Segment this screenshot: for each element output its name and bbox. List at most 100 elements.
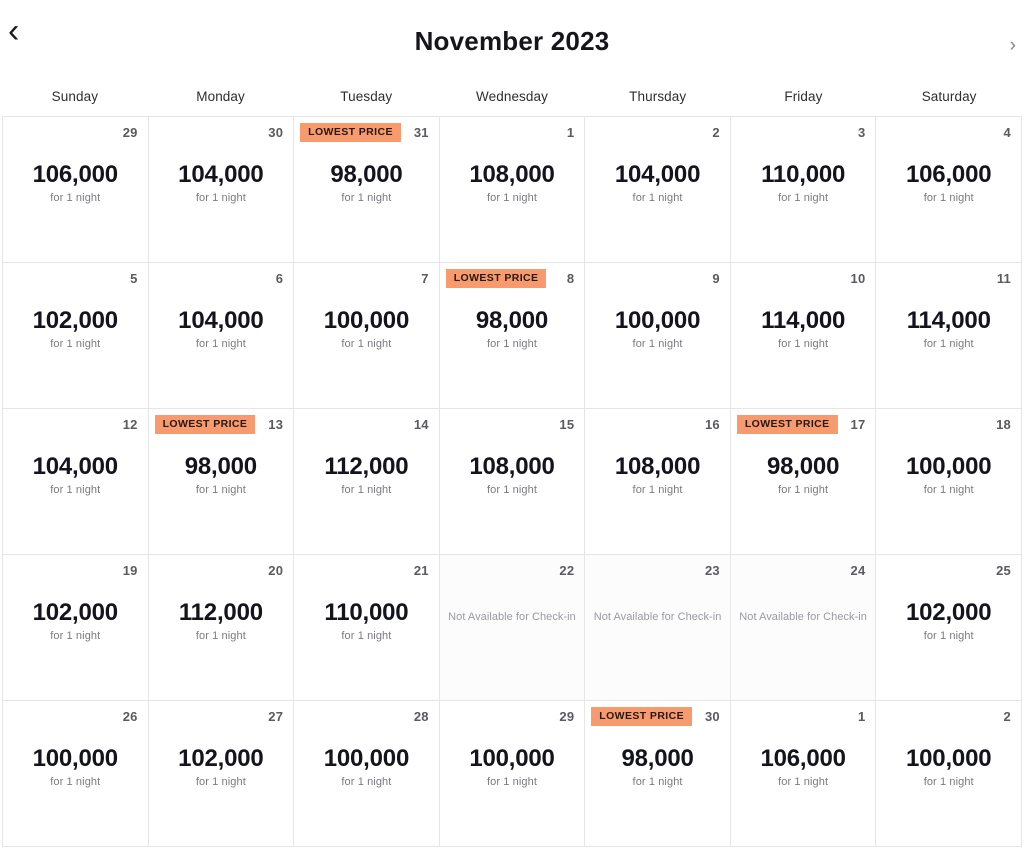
day-cell[interactable]: 25 102,000 for 1 night [876, 555, 1022, 701]
day-cell-body: 98,000 for 1 night [585, 731, 730, 788]
day-cell[interactable]: 28 100,000 for 1 night [294, 701, 440, 847]
price-unit-label: for 1 night [778, 337, 829, 350]
day-number: 27 [268, 708, 284, 724]
price-amount: 112,000 [178, 599, 263, 626]
lowest-price-badge: LOWEST PRICE [154, 414, 256, 434]
day-cell-body: 98,000 for 1 night [294, 147, 439, 204]
day-cell-body: 104,000 for 1 night [3, 439, 148, 496]
day-cell[interactable]: 15 108,000 for 1 night [439, 409, 586, 555]
day-cell-body: 106,000 for 1 night [731, 731, 876, 788]
day-number: 12 [122, 416, 138, 432]
day-cell-header: 3 [731, 117, 876, 147]
not-available-label: Not Available for Check-in [739, 611, 867, 623]
day-number: 24 [850, 562, 866, 578]
day-number: 17 [850, 416, 866, 432]
price-amount: 98,000 [184, 453, 257, 480]
day-cell-header: 28 [294, 701, 439, 731]
day-cell-header: 22 [440, 555, 585, 585]
price-amount: 100,000 [469, 745, 555, 772]
day-cell[interactable]: 3 110,000 for 1 night [730, 117, 877, 263]
price-amount: 112,000 [324, 453, 409, 480]
price-amount: 100,000 [323, 745, 410, 772]
price-amount: 100,000 [323, 307, 410, 334]
day-cell[interactable]: 29 106,000 for 1 night [3, 117, 149, 263]
day-cell[interactable]: 26 100,000 for 1 night [3, 701, 149, 847]
day-cell[interactable]: LOWEST PRICE 13 98,000 for 1 night [148, 409, 295, 555]
day-cell-body: 100,000 for 1 night [440, 731, 585, 788]
price-amount: 100,000 [614, 307, 701, 334]
day-cell-body: 100,000 for 1 night [585, 293, 730, 350]
day-number: 30 [704, 708, 720, 724]
day-cell[interactable]: 29 100,000 for 1 night [439, 701, 586, 847]
day-number: 15 [559, 416, 575, 432]
day-cell-header: 6 [149, 263, 294, 293]
day-cell[interactable]: 10 114,000 for 1 night [730, 263, 877, 409]
day-cell[interactable]: LOWEST PRICE 30 98,000 for 1 night [585, 701, 731, 847]
day-number: 8 [566, 270, 575, 286]
day-number: 18 [996, 416, 1011, 432]
day-cell-header: 25 [876, 555, 1021, 585]
day-cell-body: 102,000 for 1 night [3, 585, 148, 642]
price-unit-label: for 1 night [341, 775, 392, 788]
day-number: 14 [413, 416, 429, 432]
day-cell-body: 98,000 for 1 night [149, 439, 294, 496]
day-cell[interactable]: 20 112,000 for 1 night [148, 555, 295, 701]
day-number: 3 [857, 124, 866, 140]
price-amount: 106,000 [906, 161, 992, 188]
day-cell[interactable]: 5 102,000 for 1 night [3, 263, 149, 409]
not-available-label: Not Available for Check-in [448, 611, 576, 623]
price-amount: 114,000 [761, 307, 846, 334]
day-cell-body: 102,000 for 1 night [149, 731, 294, 788]
day-cell[interactable]: 11 114,000 for 1 night [876, 263, 1022, 409]
day-cell[interactable]: 1 106,000 for 1 night [730, 701, 877, 847]
day-cell[interactable]: 4 106,000 for 1 night [876, 117, 1022, 263]
price-amount: 98,000 [621, 745, 694, 772]
calendar-grid: 29 106,000 for 1 night 30 104,000 for 1 night… [2, 116, 1022, 847]
day-cell[interactable]: 6 104,000 for 1 night [148, 263, 295, 409]
day-number: 13 [268, 416, 284, 432]
day-cell-header: 29 [3, 117, 148, 147]
day-cell[interactable]: 9 100,000 for 1 night [585, 263, 731, 409]
price-calendar: ‹ November 2023 › Sunday Monday Tuesday Wed… [0, 0, 1024, 860]
price-amount: 102,000 [32, 307, 119, 334]
day-cell-header: 1 [440, 117, 585, 147]
day-cell[interactable]: 2 100,000 for 1 night [876, 701, 1022, 847]
price-amount: 106,000 [32, 161, 119, 188]
day-cell[interactable]: 14 112,000 for 1 night [294, 409, 440, 555]
day-cell-header: 23 [585, 555, 730, 585]
price-unit-label: for 1 night [50, 337, 101, 350]
day-cell[interactable]: 1 108,000 for 1 night [439, 117, 586, 263]
day-cell-header: 9 [585, 263, 730, 293]
day-cell[interactable]: LOWEST PRICE 8 98,000 for 1 night [439, 263, 586, 409]
day-cell[interactable]: 7 100,000 for 1 night [294, 263, 440, 409]
chevron-right-icon[interactable]: › [1010, 36, 1016, 55]
day-cell[interactable]: 16 108,000 for 1 night [585, 409, 731, 555]
day-cell-header: 26 [3, 701, 148, 731]
day-cell-header: 4 [876, 117, 1021, 147]
day-number: 1 [566, 124, 575, 140]
weekday-label-tuesday: Tuesday [340, 88, 393, 104]
day-cell[interactable]: 30 104,000 for 1 night [148, 117, 295, 263]
day-cell[interactable]: 27 102,000 for 1 night [148, 701, 295, 847]
price-amount: 100,000 [906, 453, 992, 480]
day-cell-header: 2 [876, 701, 1021, 731]
price-amount: 110,000 [761, 161, 846, 188]
day-cell-header: LOWEST PRICE 17 [731, 409, 876, 439]
day-cell[interactable]: 2 104,000 for 1 night [585, 117, 731, 263]
day-cell[interactable]: LOWEST PRICE 31 98,000 for 1 night [294, 117, 440, 263]
day-cell-header: 27 [149, 701, 294, 731]
weekday-label-friday: Friday [784, 88, 823, 104]
day-cell-body: 108,000 for 1 night [440, 439, 585, 496]
day-cell-body: 106,000 for 1 night [876, 147, 1021, 204]
price-unit-label: for 1 night [486, 337, 537, 350]
day-cell[interactable]: 21 110,000 for 1 night [294, 555, 440, 701]
day-cell[interactable]: 19 102,000 for 1 night [3, 555, 149, 701]
day-cell[interactable]: 12 104,000 for 1 night [3, 409, 149, 555]
price-unit-label: for 1 night [778, 775, 829, 788]
day-number: 26 [122, 708, 138, 724]
day-cell[interactable]: 18 100,000 for 1 night [876, 409, 1022, 555]
price-unit-label: for 1 night [341, 337, 392, 350]
day-cell: 24 Not Available for Check-in [730, 555, 877, 701]
day-cell[interactable]: LOWEST PRICE 17 98,000 for 1 night [730, 409, 877, 555]
price-amount: 106,000 [760, 745, 846, 772]
